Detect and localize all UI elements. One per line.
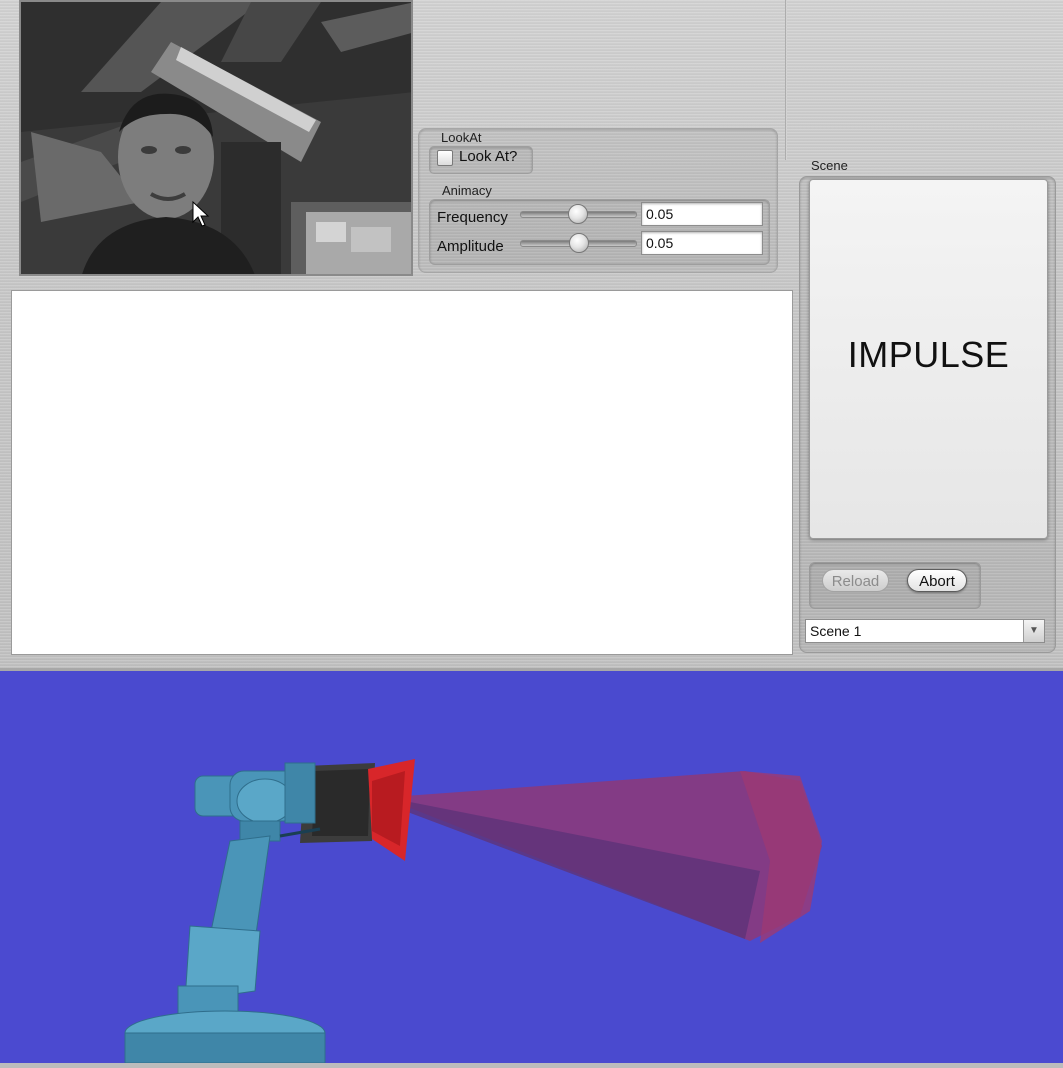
reload-button[interactable]: Reload: [822, 569, 889, 592]
chevron-down-icon[interactable]: ▼: [1023, 620, 1044, 642]
scene-display-text: IMPULSE: [847, 334, 1010, 375]
abort-button[interactable]: Abort: [907, 569, 967, 592]
scene-group-title: Scene: [811, 158, 848, 173]
frequency-value-field[interactable]: 0.05: [641, 202, 763, 226]
webcam-feed: [19, 0, 413, 276]
amplitude-label: Amplitude: [437, 238, 504, 255]
scene-select[interactable]: Scene 1 ▼: [805, 619, 1045, 643]
panel-divider: [785, 0, 787, 160]
checkbox-unchecked-icon[interactable]: [437, 150, 453, 166]
robot-3d-viewport[interactable]: [0, 668, 1063, 1064]
animacy-group-title: Animacy: [442, 183, 492, 198]
frequency-label: Frequency: [437, 209, 508, 226]
amplitude-value-field[interactable]: 0.05: [641, 231, 763, 255]
frequency-slider-knob[interactable]: [568, 204, 588, 224]
log-text-area[interactable]: [11, 290, 793, 655]
scene-select-value: Scene 1: [810, 623, 862, 639]
scene-display: IMPULSE: [809, 179, 1048, 539]
look-at-checkbox-label[interactable]: Look At?: [459, 148, 517, 165]
lookat-group-title: LookAt: [441, 130, 482, 145]
amplitude-slider-knob[interactable]: [569, 233, 589, 253]
